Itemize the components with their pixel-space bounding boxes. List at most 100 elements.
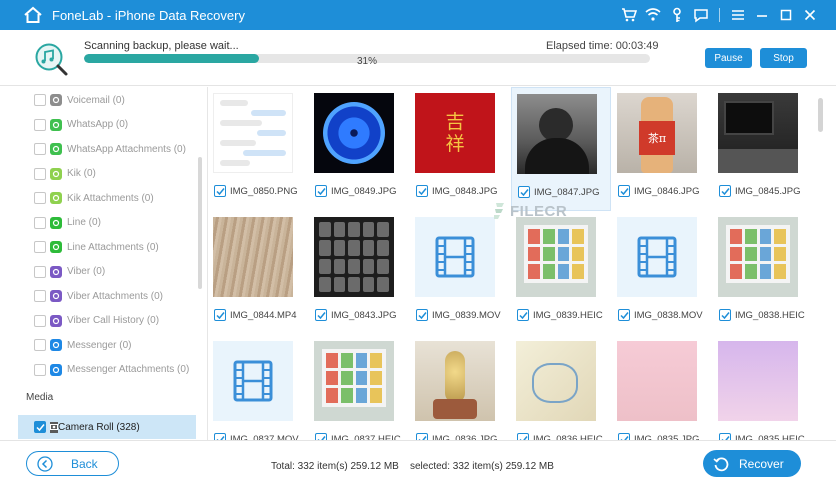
recover-button[interactable]: Recover (703, 450, 801, 477)
file-checkbox[interactable] (315, 185, 327, 197)
file-thumbnail-card[interactable]: IMG_0845.JPG (713, 87, 813, 211)
sidebar-item-viber-call-history[interactable]: Viber Call History (0) (18, 309, 196, 333)
file-checkbox[interactable] (214, 433, 226, 440)
file-thumbnail-card[interactable]: IMG_0844.MP4 (208, 211, 308, 335)
file-thumbnail-image[interactable] (314, 341, 394, 421)
file-checkbox[interactable] (518, 186, 530, 198)
file-thumbnail-image[interactable] (415, 217, 495, 297)
sidebar-checkbox[interactable] (34, 339, 46, 351)
file-thumbnail-card[interactable]: IMG_0837.HEIC (309, 335, 409, 440)
file-checkbox[interactable] (315, 433, 327, 440)
file-thumbnail-card[interactable]: IMG_0836.HEIC (511, 335, 611, 440)
file-checkbox[interactable] (618, 309, 630, 321)
sidebar-item-viber[interactable]: Viber (0) (18, 260, 196, 284)
file-checkbox[interactable] (214, 185, 226, 197)
file-name: IMG_0839.HEIC (533, 309, 603, 321)
sidebar-item-camera-roll[interactable]: Camera Roll (328) (18, 415, 196, 439)
file-thumbnail-card[interactable]: IMG_0835.JPG (612, 335, 712, 440)
chat-icon[interactable] (689, 3, 713, 27)
sidebar-item-voicemail[interactable]: Voicemail (0) (18, 88, 196, 112)
file-thumbnail-image[interactable] (718, 93, 798, 173)
sidebar-item-label: WhatsApp Attachments (0) (67, 143, 186, 155)
file-thumbnail-image[interactable] (617, 341, 697, 421)
file-checkbox[interactable] (618, 185, 630, 197)
file-checkbox[interactable] (719, 433, 731, 440)
back-button[interactable]: Back (26, 451, 119, 476)
file-thumbnail-image[interactable] (516, 217, 596, 297)
file-thumbnail-image[interactable] (517, 94, 597, 174)
file-thumbnail-card[interactable]: IMG_0835.HEIC (713, 335, 813, 440)
file-checkbox[interactable] (416, 433, 428, 440)
file-checkbox[interactable] (214, 309, 226, 321)
file-checkbox[interactable] (416, 309, 428, 321)
file-checkbox[interactable] (517, 309, 529, 321)
file-thumbnail-card[interactable]: IMG_0839.HEIC (511, 211, 611, 335)
grid-scrollbar[interactable] (818, 98, 823, 132)
file-thumbnail-card[interactable]: 茶π IMG_0846.JPG (612, 87, 712, 211)
sidebar-item-kik[interactable]: Kik (0) (18, 162, 196, 186)
minimize-icon[interactable] (750, 3, 774, 27)
file-thumbnail-image[interactable] (415, 341, 495, 421)
sidebar-item-line[interactable]: Line (0) (18, 211, 196, 235)
file-thumbnail-card[interactable]: IMG_0837.MOV (208, 335, 308, 440)
file-thumbnail-image[interactable] (617, 217, 697, 297)
file-thumbnail-image[interactable] (314, 93, 394, 173)
file-thumbnail-image[interactable] (718, 341, 798, 421)
stop-button[interactable]: Stop (760, 48, 807, 68)
sidebar-scrollbar[interactable] (198, 157, 202, 289)
close-icon[interactable] (798, 3, 822, 27)
file-thumbnail-image[interactable] (314, 217, 394, 297)
file-thumbnail-image[interactable]: 吉 祥 (415, 93, 495, 173)
sidebar-checkbox[interactable] (34, 94, 46, 106)
file-label: IMG_0837.MOV (214, 433, 299, 440)
sidebar-item-viber-attachments[interactable]: Viber Attachments (0) (18, 284, 196, 308)
sidebar-checkbox[interactable] (34, 363, 46, 376)
file-thumbnail-card[interactable]: IMG_0838.MOV (612, 211, 712, 335)
file-thumbnail-card[interactable]: IMG_0838.HEIC (713, 211, 813, 335)
sidebar-checkbox[interactable] (34, 143, 46, 155)
sidebar-checkbox[interactable] (34, 216, 46, 229)
pause-button[interactable]: Pause (705, 48, 752, 68)
file-checkbox[interactable] (719, 309, 731, 321)
sidebar-item-whatsapp-attachments[interactable]: WhatsApp Attachments (0) (18, 137, 196, 161)
recover-label: Recover (739, 456, 784, 471)
file-thumbnail-image[interactable] (213, 93, 293, 173)
key-icon[interactable] (665, 3, 689, 27)
sidebar-checkbox[interactable] (34, 241, 46, 253)
file-thumbnail-card[interactable]: IMG_0839.MOV (410, 211, 510, 335)
sidebar-checkbox[interactable] (34, 118, 46, 131)
sidebar-checkbox[interactable] (34, 314, 46, 327)
cart-icon[interactable] (617, 3, 641, 27)
file-checkbox[interactable] (517, 433, 529, 440)
file-checkbox[interactable] (719, 185, 731, 197)
wifi-icon[interactable] (641, 3, 665, 27)
file-checkbox[interactable] (315, 309, 327, 321)
maximize-icon[interactable] (774, 3, 798, 27)
file-thumbnail-image[interactable] (516, 341, 596, 421)
sidebar-checkbox[interactable] (34, 192, 46, 204)
file-thumbnail-card[interactable]: 吉 祥 IMG_0848.JPG (410, 87, 510, 211)
file-thumbnail-card[interactable]: IMG_0847.JPG (511, 87, 611, 211)
sidebar-item-line-attachments[interactable]: Line Attachments (0) (18, 235, 196, 259)
home-icon[interactable] (22, 4, 44, 26)
progress-percent: 31% (357, 56, 378, 67)
file-thumbnail-card[interactable]: IMG_0850.PNG (208, 87, 308, 211)
file-thumbnail-image[interactable]: 茶π (617, 93, 697, 173)
sidebar-item-whatsapp[interactable]: WhatsApp (0) (18, 113, 196, 137)
file-thumbnail-card[interactable]: IMG_0843.JPG (309, 211, 409, 335)
sidebar-checkbox[interactable] (34, 167, 46, 180)
sidebar-checkbox[interactable] (34, 265, 46, 278)
file-thumbnail-card[interactable]: IMG_0849.JPG (309, 87, 409, 211)
file-thumbnail-image[interactable] (718, 217, 798, 297)
sidebar-checkbox[interactable] (34, 290, 46, 302)
file-checkbox[interactable] (618, 433, 630, 440)
file-thumbnail-image[interactable] (213, 217, 293, 297)
file-thumbnail-image[interactable] (213, 341, 293, 421)
sidebar-item-messenger[interactable]: Messenger (0) (18, 333, 196, 357)
file-checkbox[interactable] (416, 185, 428, 197)
sidebar-item-kik-attachments[interactable]: Kik Attachments (0) (18, 186, 196, 210)
file-thumbnail-card[interactable]: IMG_0836.JPG (410, 335, 510, 440)
camera-roll-checkbox[interactable] (34, 421, 46, 433)
menu-icon[interactable] (726, 3, 750, 27)
sidebar-item-messenger-attachments[interactable]: Messenger Attachments (0) (18, 358, 196, 382)
